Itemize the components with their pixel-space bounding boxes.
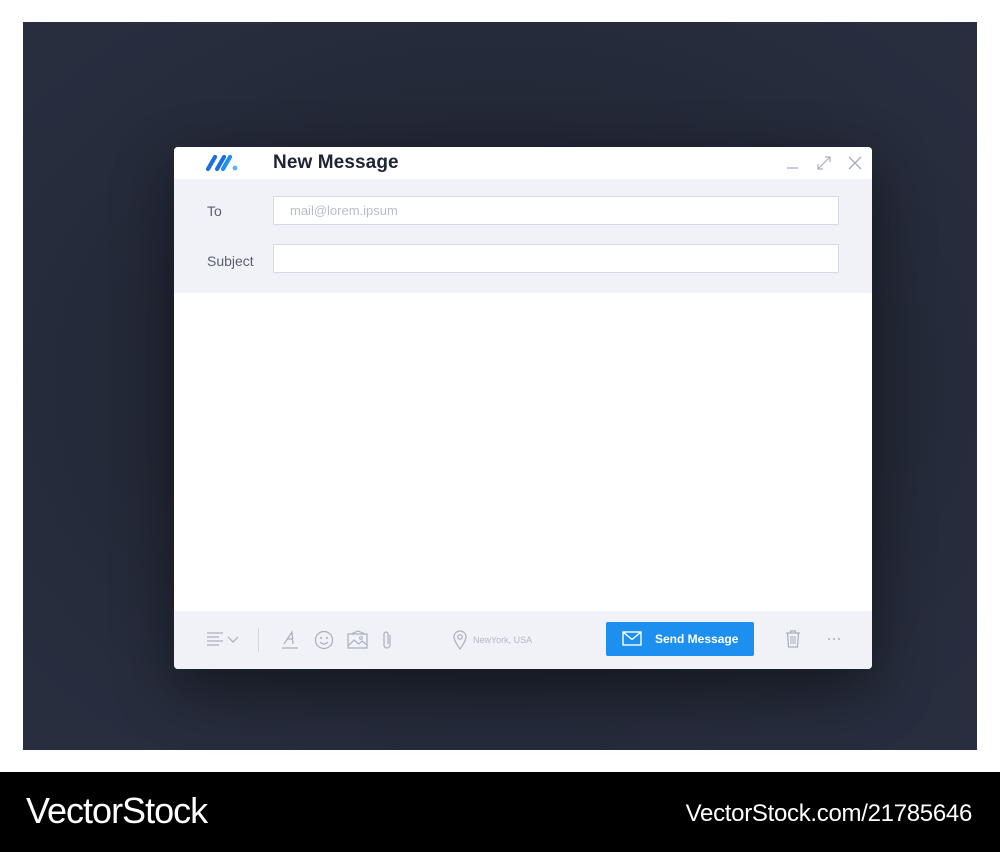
more-icon[interactable] [827, 635, 841, 643]
minimize-icon[interactable] [785, 155, 801, 171]
close-icon[interactable] [847, 155, 863, 171]
to-label: To [207, 203, 222, 219]
address-fields: To Subject [174, 179, 872, 293]
toolbar-divider [258, 628, 259, 652]
title-bar: New Message [174, 147, 872, 179]
paperclip-icon[interactable] [382, 630, 394, 650]
send-message-label: Send Message [655, 632, 739, 646]
app-logo-icon [206, 154, 238, 172]
envelope-icon [622, 631, 642, 646]
compose-toolbar: NewYork, USA Send Message [174, 611, 872, 669]
image-icon[interactable] [347, 630, 369, 650]
location-text: NewYork, USA [473, 635, 533, 645]
watermark-url: VectorStock.com/21785646 [685, 800, 973, 827]
to-field[interactable] [273, 196, 839, 225]
maximize-icon[interactable] [816, 155, 832, 171]
subject-label: Subject [207, 253, 254, 269]
compose-window: New Message To Subject [174, 147, 872, 669]
text-align-icon[interactable] [206, 631, 242, 649]
desktop-background: New Message To Subject [23, 22, 977, 750]
window-title: New Message [273, 152, 399, 173]
location-tag[interactable]: NewYork, USA [453, 630, 532, 650]
trash-icon[interactable] [785, 629, 801, 649]
message-body[interactable] [174, 293, 872, 611]
text-format-icon[interactable] [281, 630, 299, 650]
watermark-brand: VectorStock [26, 790, 208, 831]
subject-field[interactable] [273, 244, 839, 273]
emoji-icon[interactable] [314, 630, 334, 650]
watermark-bar: VectorStock VectorStock.com/21785646 [0, 772, 1000, 852]
send-message-button[interactable]: Send Message [606, 622, 754, 656]
location-pin-icon [453, 630, 467, 650]
